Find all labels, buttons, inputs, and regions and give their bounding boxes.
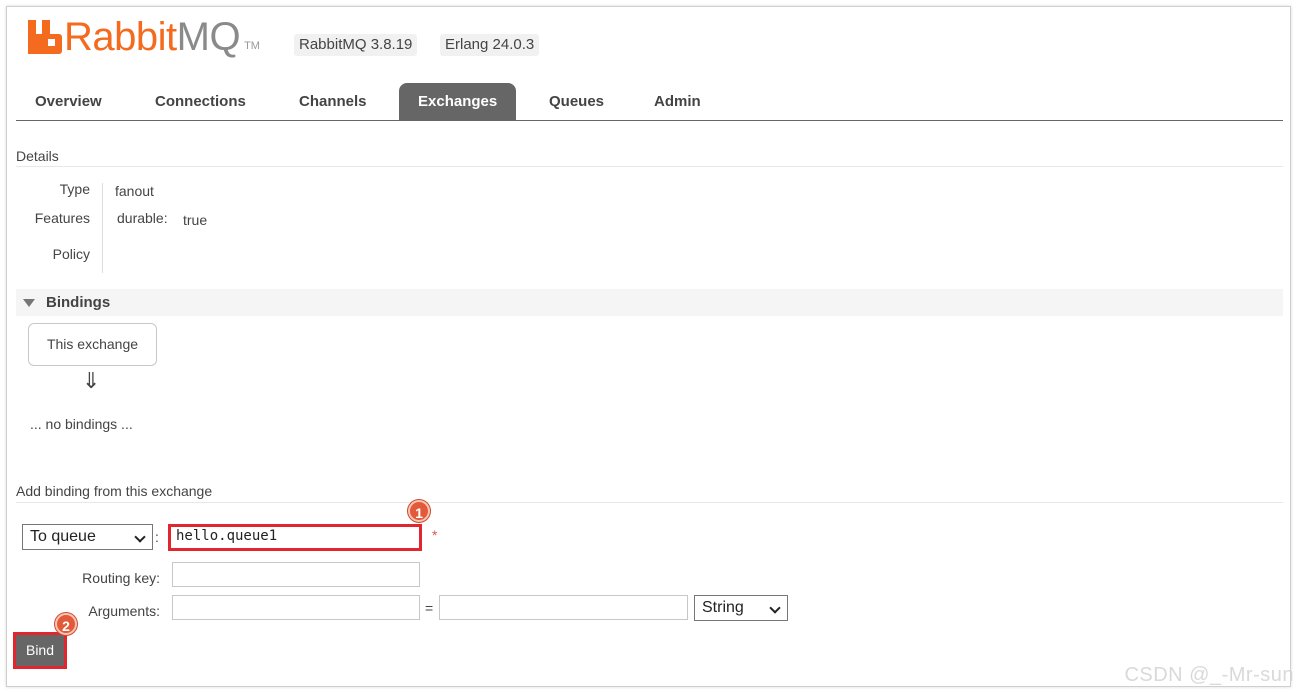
required-asterisk: * [432, 527, 438, 543]
chevron-down-icon [134, 531, 146, 543]
logo-trademark: TM [244, 40, 260, 52]
details-column-divider [102, 183, 103, 273]
annotation-marker-2: 2 [55, 613, 77, 635]
add-binding-section-title[interactable]: Add binding from this exchange [16, 483, 212, 499]
equals-sign: = [425, 600, 434, 616]
tab-channels[interactable]: Channels [280, 83, 386, 120]
logo-text: RabbitMQ [64, 17, 241, 57]
logo-mq: MQ [176, 15, 241, 59]
main-nav-tabs: Overview Connections Channels Exchanges … [16, 83, 1283, 121]
tab-admin[interactable]: Admin [635, 83, 720, 120]
bindings-title: Bindings [46, 294, 111, 311]
argument-type-value: String [702, 599, 744, 616]
no-bindings-text: ... no bindings ... [30, 416, 133, 432]
csdn-watermark: CSDN @_-Mr-sun [1124, 664, 1294, 686]
type-label: Type [59, 181, 90, 197]
argument-key-input[interactable] [172, 595, 420, 620]
destination-type-select[interactable]: To queue [22, 524, 153, 550]
policy-label: Policy [52, 246, 90, 262]
destination-queue-input[interactable]: hello.queue1 [168, 524, 422, 551]
routing-key-label: Routing key: [82, 570, 160, 586]
down-double-arrow-icon: ⇓ [82, 368, 101, 393]
argument-type-select[interactable]: String [694, 595, 788, 621]
add-binding-divider-line [16, 502, 1283, 503]
collapse-triangle-icon [23, 299, 35, 307]
tab-queues[interactable]: Queues [530, 83, 623, 120]
annotation-marker-1: 1 [408, 500, 430, 522]
tab-connections[interactable]: Connections [136, 83, 265, 120]
erlang-version-badge: Erlang 24.0.3 [440, 34, 540, 56]
details-section-title[interactable]: Details [16, 148, 59, 164]
details-divider-line [16, 166, 1283, 167]
rabbitmq-logo[interactable]: RabbitMQ TM [28, 14, 260, 57]
destination-colon: : [155, 529, 159, 545]
tab-overview[interactable]: Overview [16, 83, 121, 120]
durable-key: durable: [117, 210, 168, 226]
rabbit-logo-icon [28, 20, 62, 54]
argument-value-input[interactable] [439, 595, 688, 620]
durable-value: true [183, 212, 208, 228]
type-value: fanout [115, 183, 154, 199]
features-label: Features [34, 210, 90, 226]
routing-key-input[interactable] [172, 562, 420, 587]
tab-exchanges[interactable]: Exchanges [399, 83, 517, 120]
destination-type-value: To queue [30, 528, 96, 545]
bindings-section-header[interactable]: Bindings [16, 289, 1283, 316]
logo-rabbit: Rabbit [64, 15, 177, 59]
rabbitmq-version-badge: RabbitMQ 3.8.19 [294, 34, 418, 56]
chevron-down-icon [769, 602, 781, 614]
bind-button[interactable]: Bind [13, 632, 67, 669]
this-exchange-box: This exchange [28, 323, 157, 366]
